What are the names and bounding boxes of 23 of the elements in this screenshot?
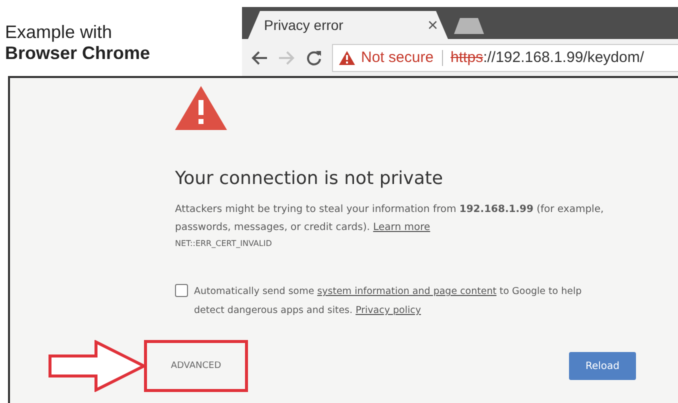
browser-tab[interactable]: Privacy error × (248, 11, 448, 39)
system-info-link[interactable]: system information and page content (317, 286, 496, 297)
page-heading: Your connection is not private (175, 168, 444, 189)
back-icon[interactable] (250, 50, 268, 66)
close-icon[interactable]: × (427, 14, 438, 36)
new-tab-button[interactable] (452, 17, 486, 35)
learn-more-link[interactable]: Learn more (373, 222, 430, 233)
address-bar[interactable]: Not secure https://192.168.1.99/keydom/ (332, 44, 678, 72)
caption-title: Browser Chrome (5, 43, 150, 64)
warning-message: Attackers might be trying to steal your information from 192.168.1.99 (for example, passwords, messages, or credit cards). Learn more (175, 203, 605, 235)
error-code: NET::ERR_CERT_INVALID (175, 239, 273, 248)
arrow-icon (48, 340, 146, 392)
security-label: Not secure (361, 49, 434, 66)
warning-icon (175, 86, 227, 130)
privacy-policy-link[interactable]: Privacy policy (356, 305, 421, 316)
caption-text: Example with (5, 22, 112, 43)
advanced-button[interactable]: ADVANCED (144, 340, 248, 392)
reload-button[interactable]: Reload (569, 352, 636, 380)
report-text: Automatically send some system information and page content to Google to help detect dangerous apps and sites. Privacy policy (194, 285, 583, 318)
url-text: https://192.168.1.99/keydom/ (450, 49, 644, 66)
warning-icon (339, 50, 355, 64)
report-checkbox[interactable] (175, 284, 188, 297)
reload-icon[interactable] (306, 50, 322, 66)
